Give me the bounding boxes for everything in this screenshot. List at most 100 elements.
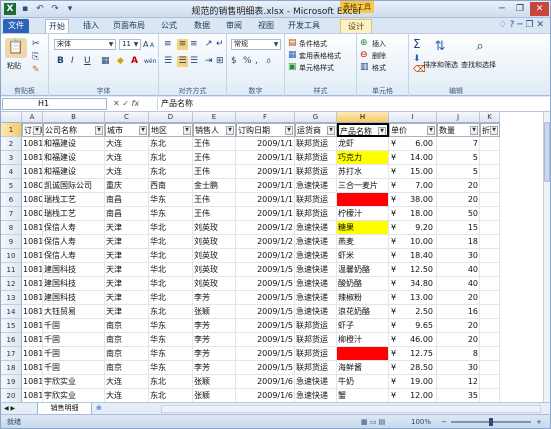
table-cell[interactable]: 2009/1/6	[236, 389, 295, 402]
table-cell[interactable]	[480, 389, 500, 402]
table-cell[interactable]: 张颖	[193, 305, 236, 319]
fill-color-icon[interactable]: ◆	[117, 56, 124, 67]
conditional-format-button[interactable]: 条件格式	[299, 39, 327, 49]
restore-button[interactable]: ❐	[511, 2, 529, 16]
table-cell[interactable]: 李芳	[193, 333, 236, 347]
vertical-scrollbar[interactable]	[543, 112, 550, 402]
table-cell[interactable]: 东北	[149, 375, 193, 389]
filter-dropdown-icon[interactable]: ▼	[139, 126, 147, 135]
table-cell[interactable]	[480, 151, 500, 165]
table-header-cell[interactable]: 运货商 ▼	[295, 123, 337, 137]
tab-3[interactable]: 页面布局	[111, 19, 147, 33]
new-sheet-icon[interactable]: ⊕	[96, 404, 102, 412]
filter-dropdown-icon[interactable]: ▼	[490, 126, 498, 135]
table-cell-quantity[interactable]: 50	[437, 207, 480, 221]
table-cell[interactable]: 海鲜酱	[337, 361, 389, 375]
table-cell-price[interactable]: ¥12.00	[389, 389, 437, 402]
table-cell[interactable]: 凯诚国际公司	[43, 179, 105, 193]
find-select-icon[interactable]: ⌕	[469, 37, 491, 57]
table-cell[interactable]: 急速快递	[295, 263, 337, 277]
table-cell[interactable]: 急速快递	[295, 389, 337, 402]
table-cell-quantity[interactable]: 12	[437, 375, 480, 389]
number-format-combo[interactable]: 常规 ▼	[231, 39, 281, 50]
name-box[interactable]: H1	[2, 98, 107, 110]
save-icon[interactable]: ▪	[19, 3, 31, 15]
table-cell[interactable]: 东北	[149, 165, 193, 179]
table-cell[interactable]: 华北	[149, 277, 193, 291]
filter-dropdown-icon[interactable]: ▼	[226, 126, 234, 135]
table-cell[interactable]: 10814	[22, 361, 43, 375]
table-cell[interactable]: 和福建设	[43, 151, 105, 165]
percent-icon[interactable]: %	[243, 56, 252, 67]
column-header-G[interactable]: G	[295, 112, 337, 123]
table-cell[interactable]: 王伟	[193, 165, 236, 179]
table-cell[interactable]: 张颖	[193, 375, 236, 389]
format-painter-icon[interactable]: ✎	[32, 65, 40, 76]
font-size-combo[interactable]: 11 ▼	[119, 39, 141, 50]
insert-function-icon[interactable]: ✕ ✓ fx	[113, 98, 153, 110]
column-header-E[interactable]: E	[193, 112, 236, 123]
table-cell[interactable]: 联邦货运	[295, 319, 337, 333]
table-cell[interactable]: 华北	[149, 291, 193, 305]
table-cell-price[interactable]: ¥15.00	[389, 165, 437, 179]
table-cell[interactable]: 南京	[105, 333, 149, 347]
table-cell[interactable]: 天津	[105, 249, 149, 263]
merge-center-icon[interactable]: ⊞	[216, 56, 224, 67]
align-top-icon[interactable]: ≡	[164, 39, 172, 50]
table-cell[interactable]	[480, 347, 500, 361]
table-cell-quantity[interactable]: 40	[437, 277, 480, 291]
table-cell[interactable]: 和福建设	[43, 165, 105, 179]
table-cell[interactable]: 天津	[105, 263, 149, 277]
font-name-combo[interactable]: 宋体 ▼	[54, 39, 116, 50]
row-header[interactable]: 5	[1, 179, 22, 193]
select-all-corner[interactable]	[1, 112, 22, 123]
format-as-table-icon[interactable]: ▦	[288, 50, 297, 61]
formula-input[interactable]: 产品名称	[157, 98, 547, 110]
table-cell[interactable]	[480, 207, 500, 221]
row-header[interactable]: 9	[1, 235, 22, 249]
close-button[interactable]: ✕	[530, 2, 549, 16]
table-cell[interactable]: 大钰贸易	[43, 305, 105, 319]
table-header-cell[interactable]: 订购日期 ▼	[236, 123, 295, 137]
table-cell[interactable]: 2009/1/2	[236, 221, 295, 235]
table-cell-quantity[interactable]: 5	[437, 165, 480, 179]
table-cell[interactable]: 2009/1/1	[236, 165, 295, 179]
table-cell[interactable]: 华东	[149, 193, 193, 207]
table-cell[interactable]	[480, 361, 500, 375]
underline-icon[interactable]: U	[84, 56, 91, 67]
row-header[interactable]: 10	[1, 249, 22, 263]
table-cell-price[interactable]: ¥12.75	[389, 347, 437, 361]
column-header-C[interactable]: C	[105, 112, 149, 123]
filter-dropdown-icon[interactable]: ▼	[95, 126, 103, 135]
table-cell[interactable]: 保信人寿	[43, 235, 105, 249]
row-header[interactable]: 2	[1, 137, 22, 151]
table-cell[interactable]: 2009/1/5	[236, 361, 295, 375]
qat-more-icon[interactable]: ▾	[64, 3, 76, 15]
table-cell[interactable]: 糖果	[337, 221, 389, 235]
table-cell[interactable]: 华北	[149, 249, 193, 263]
decimal-icon[interactable]: .0	[265, 56, 271, 67]
table-cell[interactable]	[480, 305, 500, 319]
table-cell[interactable]: 浪花奶酪	[337, 305, 389, 319]
filter-dropdown-icon[interactable]: ▼	[183, 126, 191, 135]
column-header-J[interactable]: J	[437, 112, 480, 123]
table-cell[interactable]: 大连	[105, 165, 149, 179]
table-cell[interactable]: 10812	[22, 263, 43, 277]
table-cell[interactable]: 10815	[22, 305, 43, 319]
tab-0[interactable]: 文件	[3, 19, 29, 33]
table-cell-price[interactable]: ¥6.00	[389, 137, 437, 151]
table-cell[interactable]: 千固	[43, 361, 105, 375]
table-cell[interactable]: 2009/1/5	[236, 291, 295, 305]
table-cell-quantity[interactable]: 16	[437, 305, 480, 319]
table-cell-price[interactable]: ¥19.00	[389, 375, 437, 389]
table-cell[interactable]: 华北	[149, 235, 193, 249]
table-cell[interactable]: 千固	[43, 319, 105, 333]
excel-logo-icon[interactable]: X	[4, 3, 16, 15]
tab-7[interactable]: 视图	[255, 19, 277, 33]
table-cell[interactable]: 建国科技	[43, 263, 105, 277]
table-cell[interactable]: 牛奶	[337, 375, 389, 389]
insert-cells-button[interactable]: 插入	[372, 39, 386, 49]
horizontal-scrollbar[interactable]	[161, 405, 541, 413]
table-cell[interactable]: 10813	[22, 389, 43, 402]
autosum-icon[interactable]: Σ	[413, 38, 421, 50]
